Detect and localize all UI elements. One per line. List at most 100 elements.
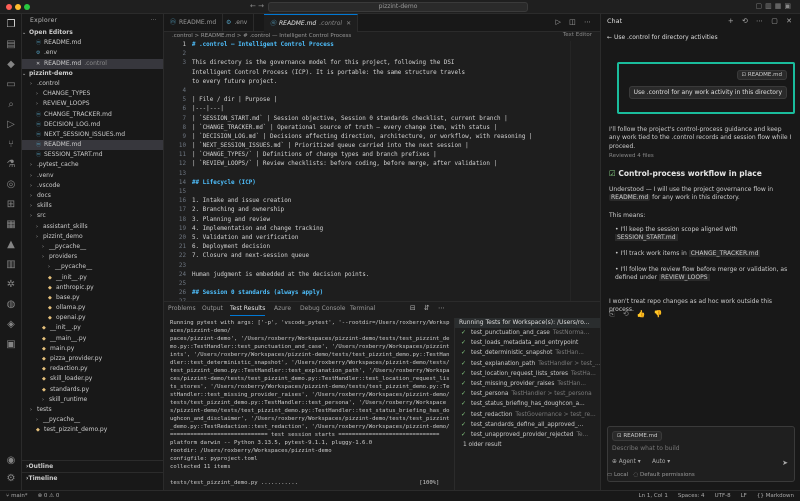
test-result-row[interactable]: ✓ test_standards_define_all_approved_... (455, 420, 600, 430)
search-icon[interactable]: ⌕ (4, 98, 18, 112)
status-item[interactable]: UTF-8 (715, 493, 731, 499)
azure-icon[interactable]: ▲ (4, 238, 18, 252)
outline-section[interactable]: ›Outline (22, 460, 163, 472)
panel-tab[interactable]: Terminal (350, 302, 375, 316)
tree-file[interactable]: ◆ test_pizzint_demo.py (22, 425, 163, 435)
results-header[interactable]: Running Tests for Workspace(s): /Users/r… (455, 318, 600, 328)
input-context-chip[interactable]: ⊡ README.md (612, 431, 663, 441)
tree-folder[interactable]: › src (22, 211, 163, 221)
open-editor-item[interactable]: ✕ README.md .control (22, 58, 163, 69)
chat-title[interactable]: ← Use .control for directory activities (607, 34, 718, 41)
history-nav[interactable]: ← → (250, 2, 264, 10)
reviewed-files[interactable]: Reviewed 4 files (609, 153, 654, 159)
tree-file[interactable]: ◆ pizza_provider.py (22, 354, 163, 364)
branch-indicator[interactable]: ⑂ main* (6, 493, 28, 499)
minimap[interactable] (570, 41, 600, 301)
tree-file[interactable]: ◆ anthropic.py (22, 283, 163, 293)
editor-tab[interactable]: ⚙ .env (220, 14, 255, 32)
tree-file[interactable]: ⓜ CHANGE_TRACKER.md (22, 110, 163, 120)
tree-folder[interactable]: › __pycache__ (22, 415, 163, 425)
git-graph-icon[interactable]: ◈ (4, 318, 18, 332)
panel-tab[interactable]: Debug Console (300, 302, 345, 316)
tree-folder[interactable]: › assistant_skills (22, 222, 163, 232)
tree-folder[interactable]: › pizzint_demo (22, 232, 163, 242)
layout-controls[interactable]: ▢▥▦▣ (756, 2, 794, 10)
status-item[interactable]: Spaces: 4 (678, 493, 705, 499)
agent-mode-select[interactable]: ⊕ Agent ▾ (612, 459, 641, 465)
tree-file[interactable]: ◆ __init__.py (22, 273, 163, 283)
panel-tab[interactable]: Problems (168, 302, 196, 316)
test-result-row[interactable]: ✓ test_deterministic_snapshot TestHan... (455, 348, 600, 358)
close-window-button[interactable] (6, 4, 12, 10)
timeline-section[interactable]: ›Timeline (22, 472, 163, 484)
database-icon[interactable]: ▥ (4, 258, 18, 272)
status-item[interactable]: {} Markdown (757, 493, 794, 499)
tree-file[interactable]: ◆ skill_loader.py (22, 374, 163, 384)
test-result-row[interactable]: ✓ test_punctuation_and_case TestNorma... (455, 328, 600, 338)
open-editors-section[interactable]: ⌄ Open Editors (22, 28, 163, 38)
tree-file[interactable]: ◆ base.py (22, 293, 163, 303)
explorer-icon[interactable]: ❐ (4, 18, 18, 32)
tree-folder[interactable]: › skills (22, 201, 163, 211)
local-select[interactable]: ▭ Local (607, 472, 628, 478)
test-result-row[interactable]: ✓ test_location_request_lists_stores TestH… (455, 369, 600, 379)
panel-actions[interactable]: ⊟ ⇵ ⋯ (410, 304, 448, 312)
breadcrumb[interactable]: .control > README.md > # .control — Inte… (164, 32, 600, 41)
folder-icon[interactable]: ▭ (4, 78, 18, 92)
files-icon[interactable]: ▤ (4, 38, 18, 52)
message-actions[interactable]: ⎘ ⟲ 👍 👎 (609, 310, 666, 319)
open-editor-item[interactable]: ⓜ README.md (22, 38, 163, 48)
notes-icon[interactable]: ▣ (4, 338, 18, 352)
docker-icon[interactable]: ▦ (4, 218, 18, 232)
panel-tab[interactable]: Test Results (230, 302, 266, 316)
permissions-select[interactable]: ◌ Default permissions (633, 472, 694, 478)
tree-file[interactable]: ⓜ README.md (22, 140, 163, 151)
extensions-icon[interactable]: ⊞ (4, 198, 18, 212)
tree-folder[interactable]: › providers (22, 252, 163, 262)
editor-tab[interactable]: ⓜ README.md .control ✕ (264, 14, 359, 32)
status-item[interactable]: Ln 1, Col 1 (639, 493, 668, 499)
settings-gear-icon[interactable]: ⚙ (4, 472, 18, 486)
command-center-search[interactable]: pizzint-demo (268, 2, 528, 12)
code-editor[interactable]: 1 # .control — Intelligent Control Proces… (164, 41, 600, 301)
more-actions-icon[interactable]: ··· (150, 14, 157, 28)
test-result-row[interactable]: ✓ test_persona TestHandler > test_persona (455, 389, 600, 399)
close-tab-icon[interactable]: ✕ (346, 20, 351, 27)
tree-folder[interactable]: › __pycache__ (22, 242, 163, 252)
send-icon[interactable]: ➤ (782, 459, 788, 467)
tree-file[interactable]: ⓜ NEXT_SESSION_ISSUES.md (22, 130, 163, 140)
problems-count[interactable]: ⊗ 0 ⚠ 0 (38, 493, 60, 499)
older-result[interactable]: 1 older result (455, 440, 600, 450)
python-icon[interactable]: ◆ (4, 58, 18, 72)
tree-file[interactable]: ◆ ollama.py (22, 303, 163, 313)
test-output[interactable]: Running pytest with args: ['-p', 'vscode… (170, 319, 450, 487)
tree-file[interactable]: ◆ main.py (22, 344, 163, 354)
test-result-row[interactable]: ✓ test_loads_metadata_and_entrypoint (455, 338, 600, 348)
run-debug-icon[interactable]: ▷ (4, 118, 18, 132)
tree-folder[interactable]: › .venv (22, 171, 163, 181)
panel-tab[interactable]: Output (202, 302, 223, 316)
status-item[interactable]: LF (741, 493, 747, 499)
remote-icon[interactable]: ◎ (4, 178, 18, 192)
tree-file[interactable]: ⓜ SESSION_START.md (22, 150, 163, 160)
editor-actions[interactable]: ▷ ◫ ⋯ (556, 18, 594, 26)
context-chip[interactable]: ⊡ README.md (736, 70, 787, 80)
tree-folder[interactable]: › .pytest_cache (22, 160, 163, 170)
tree-folder[interactable]: › skill_runtime (22, 395, 163, 405)
tree-folder[interactable]: › CHANGE_TYPES (22, 89, 163, 99)
chat-input[interactable] (612, 443, 790, 453)
tree-file[interactable]: ◆ __init__.py (22, 323, 163, 333)
tree-folder[interactable]: › tests (22, 405, 163, 415)
open-editor-item[interactable]: ⚙ .env (22, 48, 163, 58)
kubernetes-icon[interactable]: ✲ (4, 278, 18, 292)
close-icon[interactable]: ✕ (36, 59, 42, 69)
test-result-row[interactable]: ✓ test_explanation_path TestHandler > test… (455, 359, 600, 369)
tree-file[interactable]: ◆ __main__.py (22, 334, 163, 344)
back-arrow-icon[interactable]: ← (607, 34, 614, 41)
editor-tab[interactable]: ⓜ README.md (164, 14, 224, 32)
tree-file[interactable]: ◆ standards.py (22, 385, 163, 395)
tree-folder[interactable]: › __pycache__ (22, 262, 163, 272)
copilot-icon[interactable]: ◍ (4, 298, 18, 312)
testing-icon[interactable]: ⚗ (4, 158, 18, 172)
tree-folder[interactable]: › REVIEW_LOOPS (22, 99, 163, 109)
